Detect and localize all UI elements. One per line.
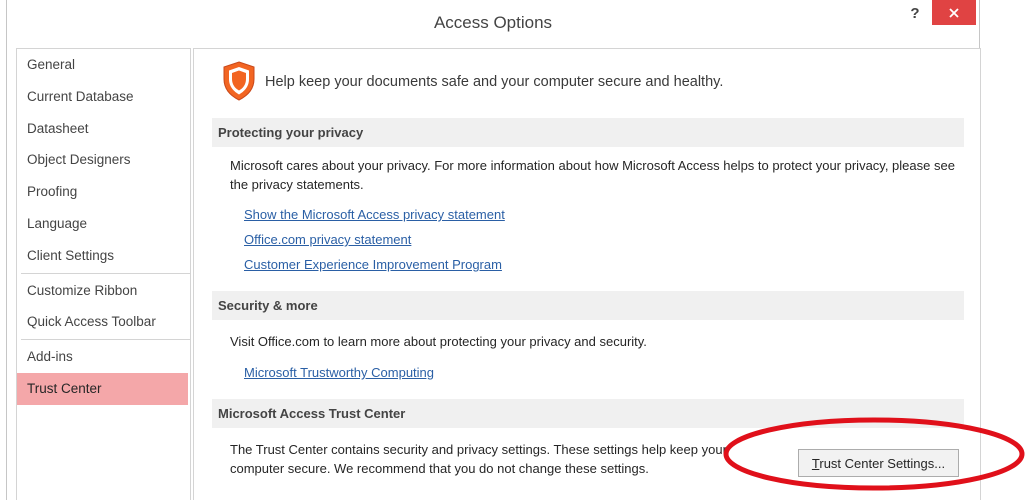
- link-trustworthy-computing[interactable]: Microsoft Trustworthy Computing: [244, 365, 434, 380]
- sidebar-item-add-ins[interactable]: Add-ins: [17, 341, 190, 373]
- section-header-trust-center: Microsoft Access Trust Center: [212, 399, 964, 428]
- sidebar-divider: [21, 272, 190, 274]
- section-header-security: Security & more: [212, 291, 964, 320]
- help-button[interactable]: ?: [905, 4, 925, 26]
- sidebar-item-client-settings[interactable]: Client Settings: [17, 240, 190, 272]
- sidebar-item-proofing[interactable]: Proofing: [17, 176, 190, 208]
- close-button[interactable]: [932, 0, 976, 25]
- options-sidebar: General Current Database Datasheet Objec…: [16, 48, 191, 500]
- title-bar: Access Options ?: [7, 0, 979, 42]
- link-office-privacy-statement[interactable]: Office.com privacy statement: [244, 232, 411, 247]
- trust-center-description: The Trust Center contains security and p…: [230, 442, 727, 476]
- sidebar-item-object-designers[interactable]: Object Designers: [17, 144, 190, 176]
- section-header-privacy: Protecting your privacy: [212, 118, 964, 147]
- sidebar-item-trust-center[interactable]: Trust Center: [17, 372, 188, 405]
- sidebar-item-language[interactable]: Language: [17, 208, 190, 240]
- sidebar-item-general[interactable]: General: [17, 49, 190, 81]
- trust-center-settings-button[interactable]: Trust Center Settings...: [798, 449, 959, 477]
- sidebar-divider: [21, 339, 190, 341]
- sidebar-item-customize-ribbon[interactable]: Customize Ribbon: [17, 275, 190, 307]
- button-label: rust Center Settings...: [819, 455, 946, 471]
- sidebar-item-current-database[interactable]: Current Database: [17, 81, 190, 113]
- access-options-dialog: Access Options ? General Current Databas…: [6, 0, 981, 500]
- privacy-description: Microsoft cares about your privacy. For …: [230, 158, 955, 192]
- shield-icon: [223, 61, 255, 101]
- close-icon: [949, 8, 959, 18]
- security-description: Visit Office.com to learn more about pro…: [230, 334, 647, 349]
- link-ceip[interactable]: Customer Experience Improvement Program: [244, 257, 502, 272]
- sidebar-item-quick-access-toolbar[interactable]: Quick Access Toolbar: [17, 306, 190, 338]
- sidebar-item-datasheet[interactable]: Datasheet: [17, 113, 190, 145]
- link-access-privacy-statement[interactable]: Show the Microsoft Access privacy statem…: [244, 207, 505, 222]
- hero-text: Help keep your documents safe and your c…: [265, 74, 724, 90]
- trust-center-panel: Help keep your documents safe and your c…: [193, 48, 981, 500]
- dialog-title: Access Options: [433, 13, 553, 32]
